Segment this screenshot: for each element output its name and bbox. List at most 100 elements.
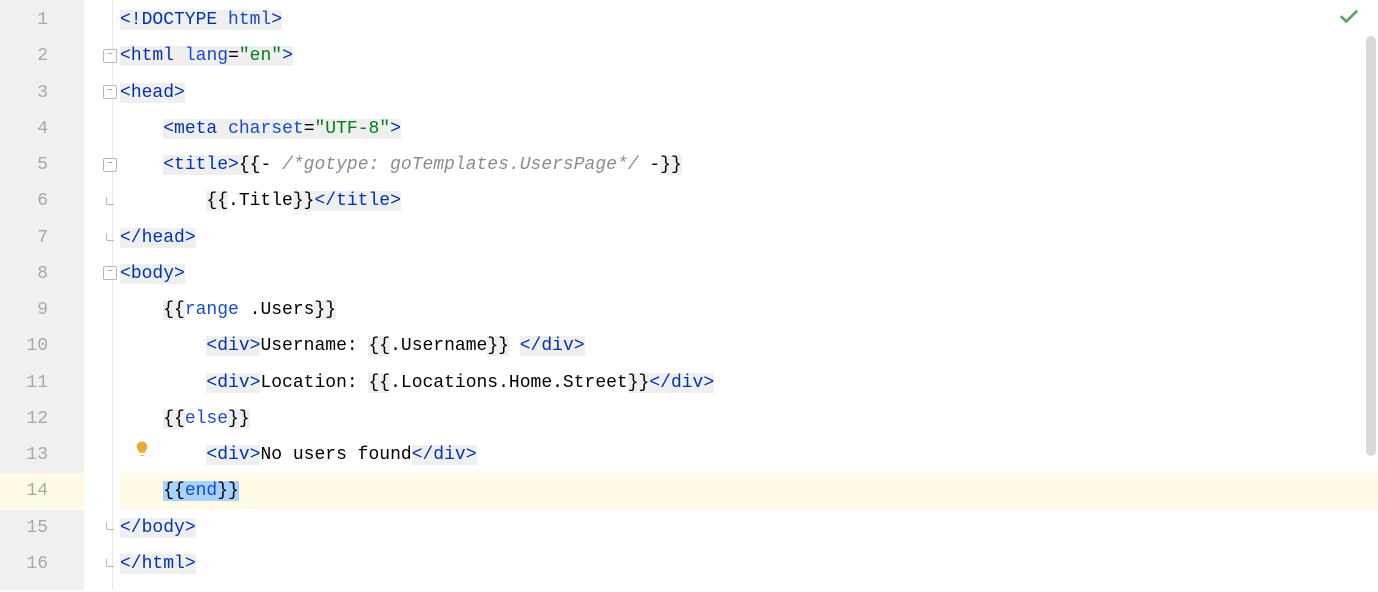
line-number[interactable]: 13 <box>0 437 84 473</box>
attr-name: lang <box>185 46 228 66</box>
tag-close: > <box>250 373 261 393</box>
tag-name: div <box>217 373 249 393</box>
eq: = <box>228 46 239 66</box>
tag-close: > <box>282 46 293 66</box>
fold-gutter: − − − − <box>84 2 112 592</box>
tag-open: </ <box>412 445 434 465</box>
tag-name: div <box>217 445 249 465</box>
tag-name: body <box>142 518 185 538</box>
tag-name: title <box>336 191 390 211</box>
intention-bulb-icon[interactable] <box>132 440 152 465</box>
line-number[interactable]: 14 <box>0 473 84 509</box>
go-delim-open: {{ <box>163 481 185 501</box>
tag-name: body <box>131 264 174 284</box>
line-number[interactable]: 1 <box>0 2 84 38</box>
code-line[interactable]: <title>{{- /*gotype: goTemplates.UsersPa… <box>120 147 1378 183</box>
code-line-current[interactable]: {{end}} <box>120 473 1378 509</box>
tag-close: > <box>185 554 196 574</box>
doctype-close: > <box>271 10 282 30</box>
go-delim-open: {{ <box>163 409 185 429</box>
fold-toggle-icon[interactable]: − <box>103 49 117 63</box>
text: Username: <box>260 336 368 356</box>
line-number[interactable]: 8 <box>0 256 84 292</box>
line-number[interactable]: 12 <box>0 401 84 437</box>
tag-open: < <box>206 336 217 356</box>
code-line[interactable]: <meta charset="UTF-8"> <box>120 111 1378 147</box>
line-number[interactable]: 7 <box>0 220 84 256</box>
code-line[interactable]: <div>Username: {{.Username}} </div> <box>120 328 1378 364</box>
code-line[interactable]: {{.Title}}</title> <box>120 183 1378 219</box>
line-number[interactable]: 3 <box>0 75 84 111</box>
go-delim-close: }} <box>660 155 682 175</box>
go-field: .Username <box>390 336 487 356</box>
code-line[interactable]: <div>Location: {{.Locations.Home.Street}… <box>120 365 1378 401</box>
tag-open: </ <box>649 373 671 393</box>
tag-open: < <box>206 445 217 465</box>
fold-end-icon <box>106 233 114 241</box>
inspection-ok-icon[interactable] <box>1338 6 1360 35</box>
code-line[interactable]: <head> <box>120 75 1378 111</box>
line-number[interactable]: 9 <box>0 292 84 328</box>
tag-open: </ <box>314 191 336 211</box>
doctype-name: html <box>228 10 271 30</box>
code-line[interactable]: <div>No users found</div> <box>120 437 1378 473</box>
go-delim-close: }} <box>628 373 650 393</box>
tag-open: < <box>120 264 131 284</box>
line-number[interactable]: 11 <box>0 365 84 401</box>
fold-toggle-icon[interactable]: − <box>103 266 117 280</box>
go-delim-close: }} <box>314 300 336 320</box>
tag-close: > <box>250 445 261 465</box>
go-keyword: else <box>185 409 228 429</box>
sp <box>217 119 228 139</box>
tag-open: </ <box>120 518 142 538</box>
doctype-open: <!DOCTYPE <box>120 10 228 30</box>
go-delim-close: }} <box>217 481 239 501</box>
tag-name: html <box>131 46 174 66</box>
code-line[interactable]: <html lang="en"> <box>120 38 1378 74</box>
code-line[interactable]: </body> <box>120 510 1378 546</box>
line-number[interactable]: 10 <box>0 328 84 364</box>
line-number[interactable]: 16 <box>0 546 84 582</box>
tag-close: > <box>390 119 401 139</box>
tag-open: < <box>163 155 174 175</box>
tag-close: > <box>228 155 239 175</box>
tag-open: < <box>206 373 217 393</box>
tag-close: > <box>466 445 477 465</box>
attr-value: "UTF-8" <box>315 119 391 139</box>
go-keyword: range <box>185 300 239 320</box>
tag-close: > <box>185 228 196 248</box>
fold-toggle-icon[interactable]: − <box>103 85 117 99</box>
line-number[interactable]: 2 <box>0 38 84 74</box>
tag-close: > <box>574 336 585 356</box>
go-delim-close: }} <box>228 409 250 429</box>
go-field: .Locations.Home.Street <box>390 373 628 393</box>
line-number[interactable]: 4 <box>0 111 84 147</box>
code-content[interactable]: <!DOCTYPE html> <html lang="en"> <head> … <box>84 0 1378 590</box>
go-field: .Users <box>250 300 315 320</box>
attr-name: charset <box>228 119 304 139</box>
line-number[interactable]: 15 <box>0 510 84 546</box>
sp <box>239 300 250 320</box>
tag-open: < <box>163 119 174 139</box>
tag-open: < <box>120 83 131 103</box>
tag-close: > <box>174 264 185 284</box>
code-line[interactable]: </html> <box>120 546 1378 582</box>
line-number-gutter: 1 2 3 4 5 6 7 8 9 10 11 12 13 14 15 16 <box>0 0 84 590</box>
code-line[interactable]: <body> <box>120 256 1378 292</box>
go-delim-close: }} <box>293 191 315 211</box>
tag-name: div <box>671 373 703 393</box>
fold-toggle-icon[interactable]: − <box>103 158 117 172</box>
go-delim-close: }} <box>487 336 509 356</box>
code-line[interactable]: </head> <box>120 220 1378 256</box>
sp <box>174 46 185 66</box>
code-line[interactable]: {{else}} <box>120 401 1378 437</box>
text: No users found <box>260 445 411 465</box>
go-trim: - <box>260 155 282 175</box>
tag-close: > <box>703 373 714 393</box>
code-line[interactable]: <!DOCTYPE html> <box>120 2 1378 38</box>
code-line[interactable]: {{range .Users}} <box>120 292 1378 328</box>
vertical-scrollbar[interactable] <box>1366 36 1376 456</box>
fold-end-icon <box>106 559 114 567</box>
line-number[interactable]: 5 <box>0 147 84 183</box>
line-number[interactable]: 6 <box>0 183 84 219</box>
